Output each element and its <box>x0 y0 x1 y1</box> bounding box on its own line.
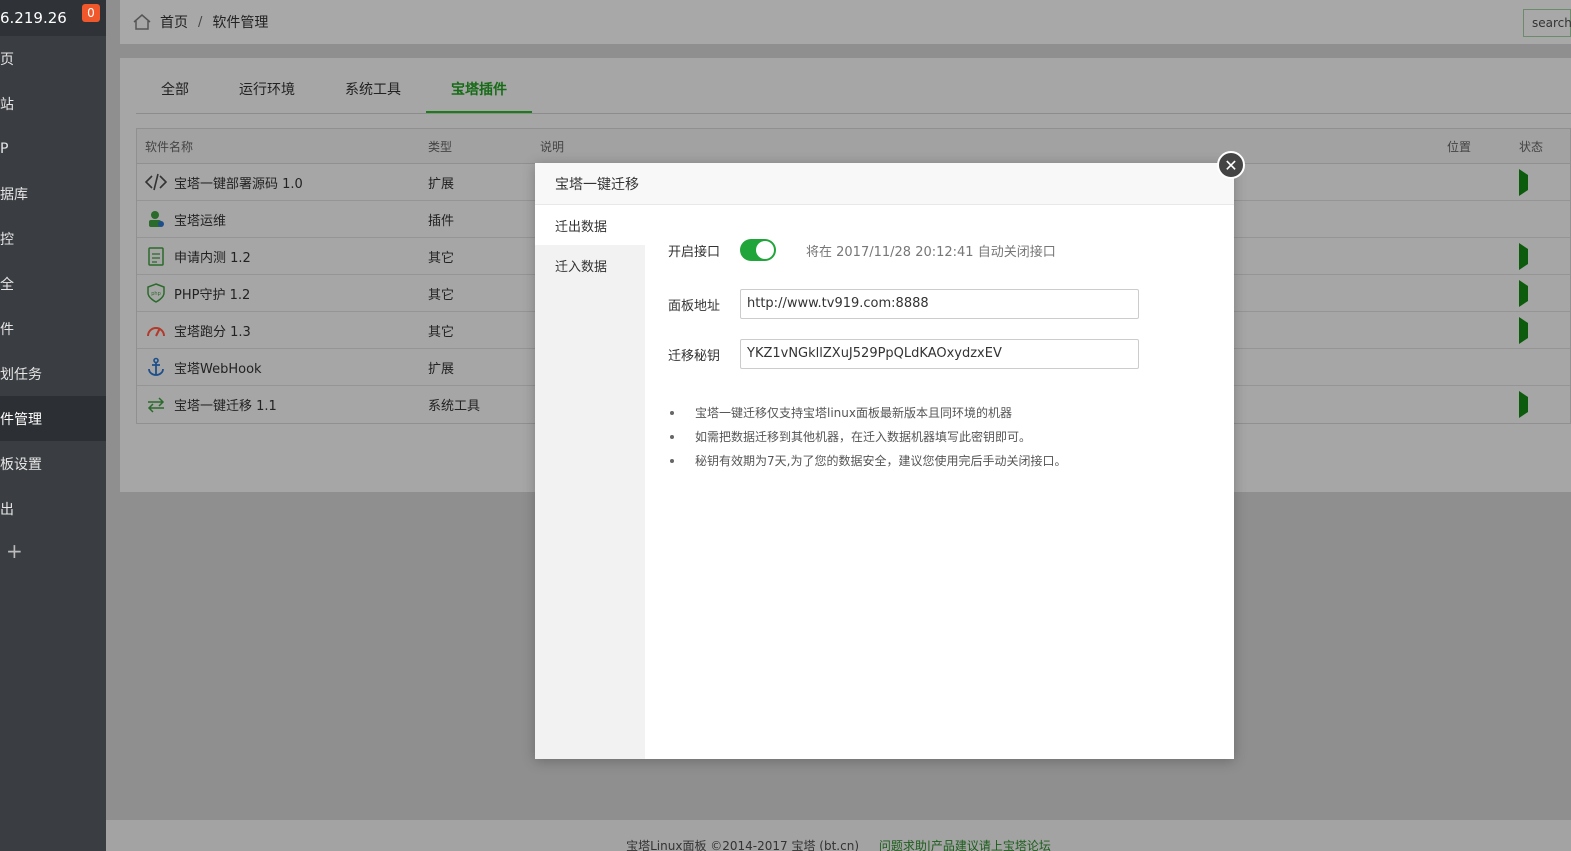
tips-list: 宝塔一键迁移仅支持宝塔linux面板最新版本且同环境的机器 如需把数据迁移到其他… <box>665 401 1066 473</box>
svg-text:php: php <box>151 291 161 297</box>
enable-row: 开启接口 将在 2017/11/28 20:12:41 自动关闭接口 <box>645 239 1056 261</box>
anchor-icon <box>145 356 167 378</box>
list-item: 宝塔一键迁移仅支持宝塔linux面板最新版本且同环境的机器 <box>665 401 1066 425</box>
tab-bar: 全部 运行环境 系统工具 宝塔插件 <box>136 70 1571 114</box>
row-type: 其它 <box>428 324 455 340</box>
row-type: 系统工具 <box>428 399 481 414</box>
list-item: 秘钥有效期为7天,为了您的数据安全，建议您使用完后手动关闭接口。 <box>665 449 1066 473</box>
table-header: 软件名称 类型 说明 位置 状态 <box>137 129 1570 164</box>
tab-runtime[interactable]: 运行环境 <box>214 70 320 113</box>
row-name: 宝塔一键部署源码 1.0 <box>174 176 303 192</box>
sidebar-item-security[interactable]: 全 <box>0 261 106 306</box>
row-name: 宝塔WebHook <box>174 361 262 377</box>
sidebar-item-ftp[interactable]: P <box>0 126 106 171</box>
server-ip-text: 6.219.26 <box>0 9 67 27</box>
migration-modal: 宝塔一键迁移 迁出数据 迁入数据 开启接口 将在 2017/11/28 20:1… <box>535 163 1234 759</box>
row-name: 宝塔一键迁移 1.1 <box>174 399 277 414</box>
row-name: PHP守护 1.2 <box>174 287 251 303</box>
php-shield-icon: php <box>145 282 167 304</box>
row-name-cell: 宝塔运维 <box>145 208 226 230</box>
row-name-cell: 宝塔跑分 1.3 <box>145 319 251 341</box>
list-item: 如需把数据迁移到其他机器，在迁入数据机器填写此密钥即可。 <box>665 425 1066 449</box>
sidebar-item-database[interactable]: 据库 <box>0 171 106 216</box>
server-ip: 6.219.26 0 <box>0 0 106 36</box>
breadcrumb-home[interactable]: 首页 <box>160 12 188 32</box>
code-icon <box>145 171 167 193</box>
row-name: 宝塔跑分 1.3 <box>174 324 251 340</box>
migration-key-field[interactable]: YKZ1vNGkllZXuJ529PpQLdKAOxydzxEV <box>740 339 1139 369</box>
row-type: 其它 <box>428 287 455 303</box>
row-name-cell: 宝塔一键迁移 1.1 <box>145 394 277 416</box>
tab-all[interactable]: 全部 <box>136 70 214 113</box>
notification-badge[interactable]: 0 <box>82 4 100 22</box>
migration-key-row: 迁移秘钥 YKZ1vNGkllZXuJ529PpQLdKAOxydzxEV <box>645 339 1139 369</box>
header-status: 状态 <box>1519 139 1544 154</box>
sidebar-item-monitor[interactable]: 控 <box>0 216 106 261</box>
panel-address-row: 面板地址 http://www.tv919.com:8888 <box>645 289 1139 319</box>
footer-copyright: 宝塔Linux面板 ©2014-2017 宝塔 (bt.cn) <box>626 839 859 851</box>
play-icon[interactable] <box>1519 168 1528 196</box>
tab-bt-plugins[interactable]: 宝塔插件 <box>426 70 532 113</box>
search-input[interactable]: search <box>1523 9 1571 37</box>
play-icon[interactable] <box>1519 391 1528 418</box>
row-name-cell: 申请内测 1.2 <box>145 245 251 267</box>
home-icon[interactable] <box>132 12 152 32</box>
gauge-icon <box>145 319 167 341</box>
enable-label: 开启接口 <box>667 244 720 260</box>
play-icon[interactable] <box>1519 279 1528 307</box>
sidebar-item-files[interactable]: 件 <box>0 306 106 351</box>
breadcrumb-separator: / <box>198 14 203 30</box>
breadcrumb: 首页 / 软件管理 search <box>120 0 1571 44</box>
row-name: 申请内测 1.2 <box>174 250 251 266</box>
modal-title: 宝塔一键迁移 <box>535 163 1234 205</box>
migration-key-label: 迁移秘钥 <box>667 348 720 364</box>
tip-text: 宝塔一键迁移仅支持宝塔linux面板最新版本且同环境的机器 <box>695 406 1012 420</box>
play-icon[interactable] <box>1519 242 1528 270</box>
row-type: 其它 <box>428 250 455 266</box>
row-type: 插件 <box>428 213 455 229</box>
modal-content: 开启接口 将在 2017/11/28 20:12:41 自动关闭接口 面板地址 … <box>645 205 1234 759</box>
sidebar-item-website[interactable]: 站 <box>0 81 106 126</box>
tip-text: 如需把数据迁移到其他机器，在迁入数据机器填写此密钥即可。 <box>695 430 1032 444</box>
row-type: 扩展 <box>428 176 455 192</box>
sidebar-item-home[interactable]: 页 <box>0 36 106 81</box>
tip-text: 秘钥有效期为7天,为了您的数据安全，建议您使用完后手动关闭接口。 <box>695 454 1067 468</box>
footer: 宝塔Linux面板 ©2014-2017 宝塔 (bt.cn) 问题求助|产品建… <box>106 820 1571 851</box>
side-item-import[interactable]: 迁入数据 <box>535 245 645 285</box>
add-icon[interactable]: + <box>0 531 106 571</box>
header-position: 位置 <box>1447 139 1472 154</box>
header-desc: 说明 <box>540 139 565 154</box>
modal-side-menu: 迁出数据 迁入数据 <box>535 205 645 759</box>
panel-address-field[interactable]: http://www.tv919.com:8888 <box>740 289 1139 319</box>
transfer-icon <box>145 394 167 416</box>
row-name: 宝塔运维 <box>174 213 227 229</box>
sidebar-item-logout[interactable]: 出 <box>0 486 106 531</box>
tab-system-tools[interactable]: 系统工具 <box>320 70 426 113</box>
row-name-cell: 宝塔一键部署源码 1.0 <box>145 171 303 193</box>
sidebar-item-cron[interactable]: 划任务 <box>0 351 106 396</box>
play-icon[interactable] <box>1519 316 1528 344</box>
row-name-cell: php PHP守护 1.2 <box>145 282 250 304</box>
ops-icon <box>145 208 167 230</box>
sidebar-item-settings[interactable]: 板设置 <box>0 441 106 486</box>
clipboard-icon <box>145 245 167 267</box>
breadcrumb-current: 软件管理 <box>212 15 269 31</box>
header-name: 软件名称 <box>145 139 194 154</box>
side-item-export[interactable]: 迁出数据 <box>535 205 645 245</box>
enable-toggle[interactable] <box>740 239 776 261</box>
row-name-cell: 宝塔WebHook <box>145 356 262 378</box>
panel-address-label: 面板地址 <box>667 298 720 314</box>
header-type: 类型 <box>428 139 453 154</box>
sidebar: 6.219.26 0 页 站 P 据库 控 全 件 划任务 件管理 板设置 出 … <box>0 0 106 851</box>
sidebar-item-software[interactable]: 件管理 <box>0 396 106 441</box>
footer-forum-link[interactable]: 问题求助|产品建议请上宝塔论坛 <box>879 839 1051 851</box>
close-icon[interactable]: ✕ <box>1217 151 1245 179</box>
enable-note: 将在 2017/11/28 20:12:41 自动关闭接口 <box>806 244 1056 260</box>
row-type: 扩展 <box>428 361 455 377</box>
